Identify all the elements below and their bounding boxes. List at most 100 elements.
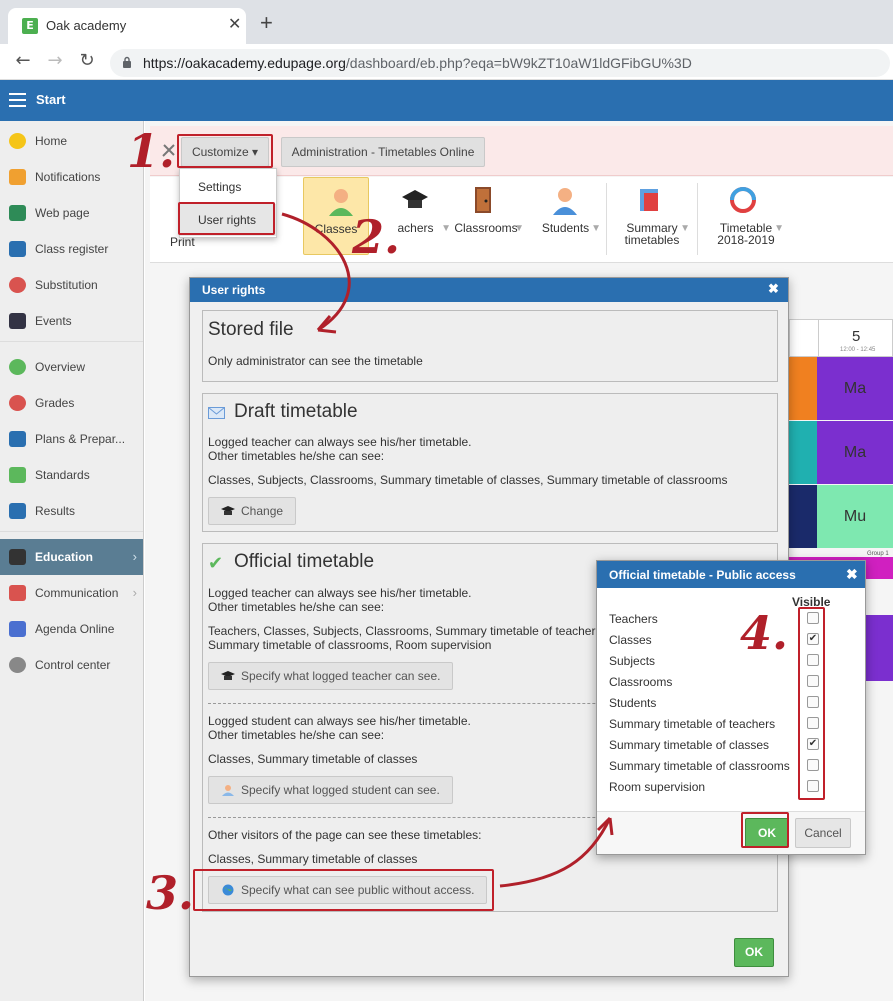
stored-file-title: Stored file	[208, 319, 294, 340]
url-field[interactable]: https://oakacademy.edupage.org/dashboard…	[110, 49, 890, 77]
ribbon-timetable[interactable]: Timetable 2018-2019 ▼	[706, 177, 786, 255]
sidebar-item-communication[interactable]: Communication ›	[0, 575, 143, 611]
annotation-step-2: 2.	[352, 210, 401, 264]
sidebar-item-standards[interactable]: Standards	[0, 457, 143, 493]
official-teacher-line1: Logged teacher can always see his/her ti…	[208, 586, 472, 600]
official-student-line1: Logged student can always see his/her ti…	[208, 714, 471, 728]
specify-student-button[interactable]: Specify what logged student can see.	[208, 776, 453, 804]
annotation-box-user-rights	[178, 202, 275, 235]
browser-tab-bar: E Oak academy ✕ +	[0, 0, 893, 44]
visibility-row-label: Students	[609, 696, 657, 710]
person-icon	[9, 277, 26, 293]
timetable-cell	[789, 421, 817, 484]
sidebar-item-grades[interactable]: Grades	[0, 385, 143, 421]
hamburger-menu-icon[interactable]	[9, 93, 26, 107]
visibility-row-label: Teachers	[609, 612, 658, 626]
annotation-box-checkboxes	[798, 607, 825, 800]
envelope-icon	[208, 407, 225, 419]
close-icon[interactable]: ✖	[846, 567, 858, 581]
timetable-cell	[789, 357, 817, 420]
start-label[interactable]: Start	[36, 92, 66, 108]
house-icon	[9, 205, 26, 221]
shield-check-icon	[9, 467, 26, 483]
chevron-right-icon: ›	[132, 549, 137, 564]
visibility-row-label: Summary timetable of classes	[609, 738, 770, 752]
browser-tab[interactable]: E Oak academy ✕	[8, 8, 246, 44]
dialog-titlebar: User rights ✖	[190, 278, 788, 302]
student-icon	[222, 785, 234, 796]
student-icon	[553, 188, 577, 215]
dialog-footer: OK Cancel	[597, 811, 865, 854]
sidebar-item-label: Plans & Prepar...	[35, 432, 126, 446]
visibility-row-label: Summary timetable of teachers	[609, 717, 776, 731]
public-access-dialog: Official timetable - Public access ✖ Vis…	[596, 560, 866, 855]
url-text: https://oakacademy.edupage.org/dashboard…	[143, 55, 692, 71]
annotation-box-ok	[741, 812, 789, 848]
sidebar-item-education[interactable]: Education ›	[0, 539, 143, 575]
change-button[interactable]: Change	[208, 497, 297, 525]
reload-icon[interactable]: ↻	[76, 50, 98, 72]
sidebar-item-label: Class register	[35, 242, 109, 256]
chevron-down-icon: ▼	[774, 223, 784, 234]
new-tab-icon[interactable]: +	[260, 12, 273, 34]
sidebar-item-label: Agenda Online	[35, 622, 115, 636]
graduation-cap-icon	[402, 190, 428, 208]
timetable-cycle-icon	[730, 187, 756, 213]
timetable-cell[interactable]: Ma	[817, 357, 893, 420]
close-icon[interactable]: ✖	[768, 282, 779, 296]
specify-teacher-button[interactable]: Specify what logged teacher can see.	[208, 662, 454, 690]
ribbon-classrooms[interactable]: Classrooms ▼	[446, 177, 526, 255]
bar-chart-icon	[9, 503, 26, 519]
sidebar-item-label: Education	[35, 550, 94, 564]
timetable-header: 5 12:00 - 12:45	[789, 319, 893, 357]
sidebar-item-web-page[interactable]: Web page	[0, 195, 143, 231]
official-title: Official timetable	[234, 551, 375, 572]
sidebar-item-class-register[interactable]: Class register	[0, 231, 143, 267]
administration-button[interactable]: Administration - Timetables Online	[281, 137, 485, 167]
graduation-cap-icon	[221, 671, 235, 680]
sidebar-item-label: Results	[35, 504, 76, 518]
draft-timetable-panel: Draft timetable Logged teacher can alway…	[202, 393, 778, 532]
sidebar-item-label: Notifications	[35, 170, 101, 184]
sidebar-item-home[interactable]: Home	[0, 123, 143, 159]
sidebar-item-events[interactable]: Events	[0, 303, 143, 339]
sidebar-item-overview[interactable]: Overview	[0, 349, 143, 385]
menu-item-settings[interactable]: Settings	[180, 171, 276, 203]
lock-icon	[123, 56, 131, 68]
calendar-icon	[9, 313, 26, 329]
ribbon-students[interactable]: Students ▼	[528, 177, 603, 255]
graduation-cap-icon	[221, 506, 235, 515]
cancel-button[interactable]: Cancel	[795, 818, 851, 848]
chat-icon	[9, 585, 26, 601]
chevron-down-icon: ▼	[680, 223, 690, 234]
sidebar-item-agenda-online[interactable]: Agenda Online	[0, 611, 143, 647]
sidebar-item-plans-prepar[interactable]: Plans & Prepar...	[0, 421, 143, 457]
period-number: 5	[852, 328, 861, 345]
official-teacher-list1: Teachers, Classes, Subjects, Classrooms,…	[208, 624, 596, 638]
sidebar-item-label: Substitution	[35, 278, 98, 292]
draft-title: Draft timetable	[234, 401, 358, 422]
door-icon	[475, 187, 491, 213]
sidebar-item-notifications[interactable]: Notifications	[0, 159, 143, 195]
sidebar-item-label: Events	[35, 314, 72, 328]
stored-file-text: Only administrator can see the timetable	[208, 354, 423, 368]
ribbon-divider	[697, 183, 698, 255]
back-arrow-icon[interactable]: ←	[12, 50, 34, 72]
sidebar-item-label: Overview	[35, 360, 86, 374]
ribbon-summary[interactable]: Summary timetables ▼	[612, 177, 692, 255]
gear-icon	[9, 657, 26, 673]
envelope-icon	[9, 169, 26, 185]
sidebar-item-control-center[interactable]: Control center	[0, 647, 143, 683]
forward-arrow-icon[interactable]: →	[44, 50, 66, 72]
sidebar-item-results[interactable]: Results	[0, 493, 143, 529]
tab-close-icon[interactable]: ✕	[228, 16, 241, 34]
annotation-step-1: 1.	[127, 124, 176, 178]
timetable-cell[interactable]: Ma	[817, 421, 893, 484]
ok-button[interactable]: OK	[734, 938, 774, 967]
official-teacher-list2: Summary timetable of classrooms, Room su…	[208, 638, 492, 652]
sidebar-item-label: Grades	[35, 396, 75, 410]
sidebar-item-substitution[interactable]: Substitution	[0, 267, 143, 303]
visibility-row-label: Classes	[609, 633, 652, 647]
timetable-cell[interactable]: Mu	[817, 485, 893, 548]
app-header: Start	[0, 80, 893, 121]
